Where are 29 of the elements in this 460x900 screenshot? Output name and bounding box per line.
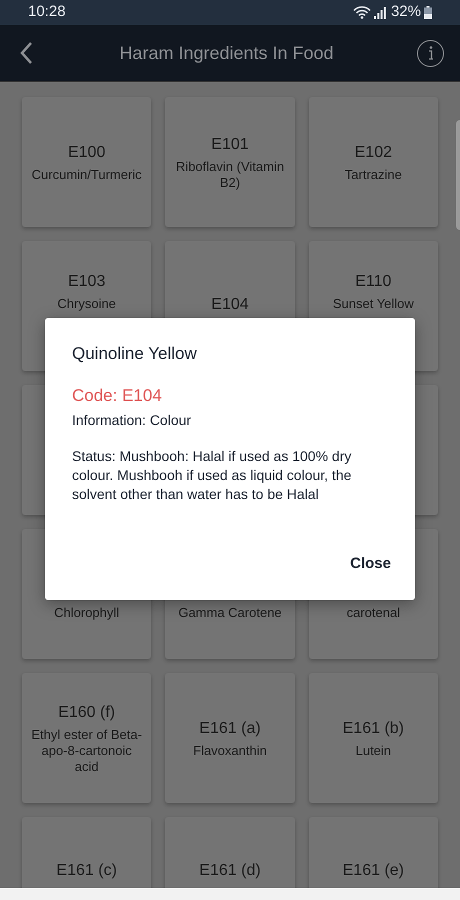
screen-title: Haram Ingredients In Food <box>119 42 334 65</box>
ingredient-code: E161 (b) <box>342 718 404 738</box>
ingredient-code: E100 <box>68 142 106 162</box>
ingredient-code: E160 (f) <box>58 702 116 722</box>
ingredient-code: E161 (d) <box>199 861 261 881</box>
ingredient-name: Tartrazine <box>344 166 402 182</box>
ingredient-code: Code: E104 <box>72 385 163 407</box>
ingredient-name: Lutein <box>356 742 392 758</box>
ingredient-name: Riboflavin (Vitamin B2) <box>176 158 284 190</box>
ingredient-code: E102 <box>354 142 392 162</box>
ingredient-name: carotenal <box>346 605 400 621</box>
status-time: 10:28 <box>28 2 66 22</box>
ingredient-code: E161 (a) <box>199 718 261 738</box>
ingredient-name: Flavoxanthin <box>193 742 267 758</box>
battery-percent: 32% <box>390 2 421 22</box>
ingredient-status: Status: Mushbooh: Halal if used as 100% dry colour. Mushbooh if used as liquid colour, the solvent other than water has to be Halal <box>72 447 352 504</box>
ingredient-code: E161 (c) <box>56 861 117 881</box>
ingredient-code: E104 <box>211 294 249 314</box>
ingredient-name: Chlorophyll <box>54 605 120 621</box>
ingredient-name: Sunset Yellow <box>332 296 414 312</box>
ingredient-name: Curcumin/Turmeric <box>32 166 142 182</box>
ingredient-code: E103 <box>68 272 106 292</box>
ingredient-code: E110 <box>355 272 392 292</box>
ingredient-name: Chrysoine <box>57 296 116 312</box>
ingredient-name: Ethyl ester of Beta- apo-8-cartonoic acid <box>31 726 142 774</box>
ingredient-information: Information: Colour <box>72 411 192 430</box>
ingredient-code: E161 (e) <box>342 861 404 881</box>
ingredient-code: E101 <box>211 134 249 154</box>
ingredient-name: Gamma Carotene <box>178 605 282 621</box>
